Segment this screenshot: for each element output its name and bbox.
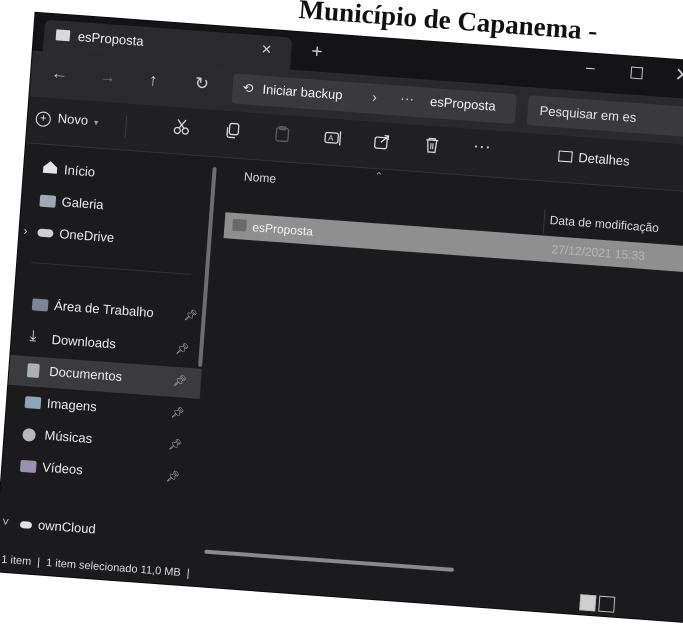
- sidebar-item-owncloud[interactable]: ˅ ownCloud: [0, 508, 191, 552]
- details-view-icon[interactable]: [579, 594, 597, 612]
- item-count: 1 item: [0, 553, 32, 568]
- svg-text:A: A: [328, 134, 335, 143]
- chevron-down-icon: ▾: [93, 117, 99, 128]
- pin-icon[interactable]: 📌︎: [183, 308, 198, 322]
- status-separator: |: [36, 556, 41, 569]
- up-arrow-icon[interactable]: ↑: [148, 70, 158, 91]
- column-header-modified[interactable]: Data de modificação: [549, 213, 659, 235]
- desktop-icon: [31, 298, 49, 312]
- column-divider[interactable]: [542, 209, 546, 234]
- sidebar-divider: [31, 262, 191, 275]
- refresh-icon[interactable]: ↻: [194, 74, 210, 95]
- chevron-down-icon: ˅: [1, 514, 10, 530]
- plus-icon: +: [35, 111, 52, 128]
- breadcrumb-separator-icon: ›: [371, 88, 378, 105]
- file-list: ⌃ Nome Data de modificação esProposta 27…: [195, 158, 683, 601]
- file-modified: 27/12/2021 15:33: [551, 242, 646, 264]
- screenshot: esProposta × + – ✕ ← → ↑ ↻ ⟲ Iniciar bac…: [0, 0, 683, 636]
- sidebar-item-label: ownCloud: [37, 517, 97, 537]
- selection-size: 11,0 MB: [140, 563, 182, 579]
- pictures-icon: [24, 396, 42, 410]
- maximize-icon[interactable]: [630, 66, 644, 80]
- music-icon: [22, 427, 37, 442]
- navigation-pane: Início Galeria › OneDrive Área de Trabal…: [0, 143, 224, 564]
- sidebar-item-label: Galeria: [61, 194, 105, 213]
- tab-title: esProposta: [77, 28, 145, 49]
- sidebar-item-label: Início: [63, 162, 96, 180]
- details-label: Detalhes: [577, 149, 631, 169]
- breadcrumb-current[interactable]: esProposta: [430, 94, 497, 114]
- documents-icon: [26, 363, 40, 378]
- command-divider: [124, 115, 128, 138]
- cloud-icon: [37, 228, 54, 238]
- pin-icon[interactable]: 📌︎: [175, 342, 190, 356]
- backup-icon: ⟲: [242, 80, 255, 96]
- details-button[interactable]: Detalhes: [558, 148, 631, 169]
- status-separator: |: [186, 567, 190, 580]
- pin-icon[interactable]: 📌︎: [173, 374, 188, 388]
- copy-icon[interactable]: [222, 121, 242, 145]
- backup-button[interactable]: Iniciar backup: [262, 82, 343, 103]
- sidebar-item-label: Área de Trabalho: [53, 297, 155, 321]
- selection-count: 1 item selecionado: [45, 557, 139, 576]
- gallery-icon: [39, 194, 57, 208]
- delete-icon[interactable]: [422, 136, 442, 160]
- close-tab-icon[interactable]: ×: [261, 39, 272, 60]
- breadcrumb-more-button[interactable]: ···: [400, 90, 415, 107]
- search-placeholder: Pesquisar em es: [539, 102, 637, 126]
- share-icon[interactable]: [372, 132, 392, 156]
- file-name: esProposta: [251, 220, 314, 239]
- sidebar-item-label: Músicas: [44, 427, 93, 447]
- sort-ascending-icon: ⌃: [374, 171, 384, 183]
- videos-icon: [19, 459, 37, 474]
- pin-icon[interactable]: 📌︎: [168, 438, 183, 452]
- new-button-label: Novo: [57, 110, 89, 128]
- sidebar-item-label: Downloads: [51, 331, 117, 352]
- sidebar-item-label: Documentos: [48, 363, 123, 385]
- paste-icon[interactable]: [272, 125, 292, 149]
- download-icon: ⤓: [29, 327, 38, 345]
- cloud-icon: [19, 521, 33, 529]
- home-icon: [42, 160, 59, 174]
- more-icon[interactable]: ···: [472, 135, 491, 157]
- column-header-name[interactable]: Nome: [244, 170, 277, 186]
- folder-icon: [55, 29, 71, 42]
- pin-icon[interactable]: 📌︎: [165, 470, 180, 484]
- file-explorer-window: esProposta × + – ✕ ← → ↑ ↻ ⟲ Iniciar bac…: [0, 12, 683, 623]
- minimize-icon[interactable]: –: [585, 59, 595, 78]
- new-tab-icon[interactable]: +: [311, 41, 324, 64]
- pin-icon[interactable]: 📌︎: [170, 406, 185, 420]
- close-window-icon[interactable]: ✕: [674, 64, 683, 88]
- cut-icon[interactable]: [172, 117, 192, 141]
- search-input[interactable]: Pesquisar em es: [526, 95, 683, 141]
- sidebar-item-label: Imagens: [46, 395, 98, 415]
- rename-icon[interactable]: A: [322, 128, 344, 152]
- forward-arrow-icon[interactable]: →: [98, 67, 116, 88]
- sidebar-item-label: Vídeos: [41, 459, 84, 478]
- tiles-view-icon[interactable]: [598, 595, 616, 613]
- back-arrow-icon[interactable]: ←: [50, 63, 68, 84]
- sidebar-item-label: OneDrive: [58, 226, 115, 246]
- view-toggle: [579, 594, 618, 618]
- details-pane-icon: [558, 150, 573, 163]
- chevron-right-icon: ›: [23, 223, 29, 238]
- new-button[interactable]: + Novo ▾: [35, 109, 99, 131]
- file-icon: [232, 218, 247, 232]
